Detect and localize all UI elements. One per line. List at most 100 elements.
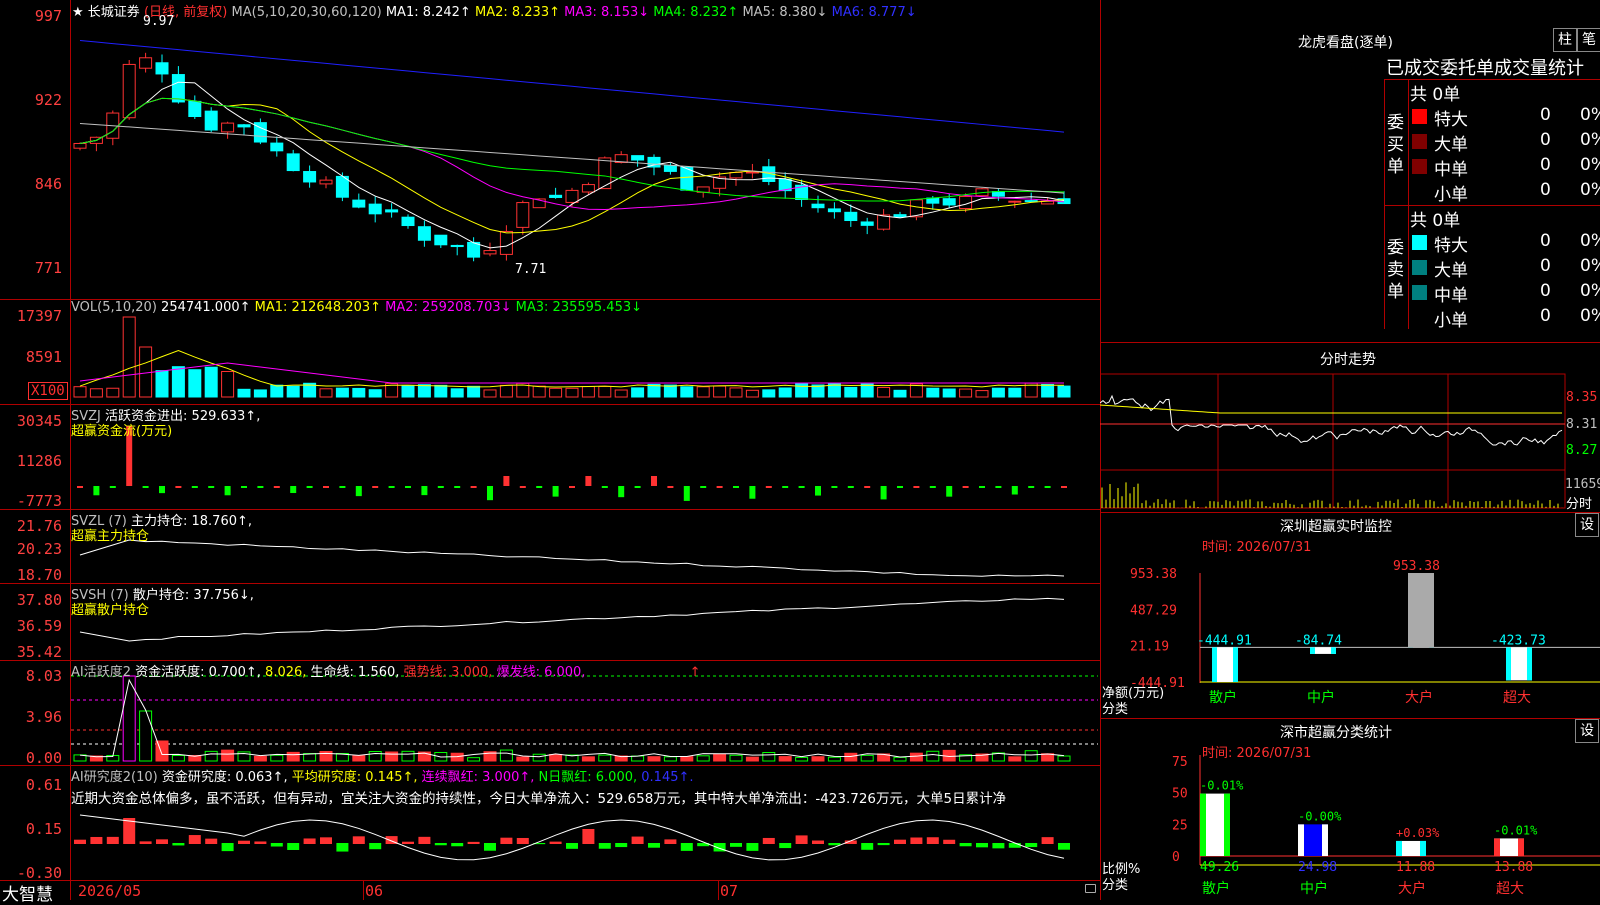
flow-bar bbox=[257, 486, 264, 488]
order-count: 0 bbox=[1540, 256, 1551, 276]
vol-bar bbox=[860, 383, 874, 398]
research-bar bbox=[320, 837, 332, 844]
low-marker: 7.71 bbox=[515, 262, 547, 277]
svzl-tick: 21.76 bbox=[16, 517, 62, 535]
main-holding-line bbox=[79, 539, 1065, 577]
class-bar-value: 11.88 bbox=[1396, 860, 1435, 875]
activity-bar bbox=[745, 756, 759, 762]
vol-bar bbox=[270, 384, 284, 398]
research-bar bbox=[598, 843, 611, 849]
flow-bar bbox=[388, 486, 395, 488]
tick-mode-button[interactable]: 笔 bbox=[1577, 28, 1600, 52]
vol-label[interactable]: VOL(5,10,20) bbox=[71, 300, 157, 315]
research-bar bbox=[402, 841, 414, 844]
bar-mode-button[interactable]: 柱 bbox=[1553, 28, 1577, 52]
research-bar bbox=[139, 841, 152, 844]
order-row: 特大 0 0% bbox=[1410, 231, 1600, 256]
lock-icon[interactable] bbox=[1085, 884, 1096, 893]
intraday-chart[interactable] bbox=[1100, 370, 1600, 510]
retail-holding-line bbox=[79, 597, 1065, 642]
order-row: 小单 0 0% bbox=[1410, 180, 1600, 205]
class-bar-chart: 75 50 25 0 -0.01% 49.26 散户 -0.00% 24.98 中户 +0.03% 1… bbox=[1172, 755, 1600, 897]
ma3-value: MA3: 8.153↓ bbox=[564, 5, 650, 20]
research-bar bbox=[451, 843, 464, 847]
activity-bar bbox=[909, 752, 923, 762]
flow-bar bbox=[716, 486, 723, 488]
fenshi-title: 分时走势 bbox=[1320, 352, 1376, 368]
flow-bar bbox=[815, 486, 821, 496]
flow-bar bbox=[142, 486, 149, 488]
research-bar bbox=[877, 843, 890, 846]
ma-params[interactable]: MA(5,10,20,30,60,120) bbox=[232, 5, 382, 20]
research-bar bbox=[336, 843, 349, 852]
research-bar bbox=[90, 836, 103, 844]
flow-bar bbox=[355, 486, 362, 497]
vol-bar bbox=[778, 387, 792, 398]
research-bar bbox=[943, 839, 956, 844]
monitor-bar-value: -423.73 bbox=[1491, 633, 1546, 648]
price-tick: 922 bbox=[34, 91, 62, 109]
candle bbox=[860, 221, 874, 226]
order-type: 特大 bbox=[1434, 110, 1468, 130]
vol-unit-box[interactable]: X100 bbox=[28, 382, 68, 400]
stat-title: 已成交委托单成交量统计 bbox=[1386, 58, 1584, 79]
stock-name[interactable]: 长城证券 bbox=[88, 5, 140, 20]
research-bar bbox=[205, 838, 218, 844]
research-bar bbox=[287, 843, 300, 850]
order-row: 中单 0 0% bbox=[1410, 155, 1600, 180]
research-bar bbox=[959, 843, 972, 847]
activity-bar bbox=[352, 755, 366, 762]
flow-bar bbox=[372, 486, 379, 488]
vol-bar bbox=[713, 385, 727, 398]
research-bar bbox=[434, 843, 447, 846]
research-bar bbox=[730, 843, 742, 847]
ai1-label[interactable]: AI活跃度2 bbox=[71, 665, 131, 680]
vol-bar bbox=[991, 387, 1005, 398]
vol-bar bbox=[696, 386, 710, 398]
class-bar-edge bbox=[1494, 838, 1500, 856]
activity-bar bbox=[122, 675, 136, 762]
vol-bar bbox=[581, 386, 595, 398]
fenshi-tick: 8.35 bbox=[1566, 390, 1598, 405]
flow-bar bbox=[946, 486, 953, 497]
ai2-label[interactable]: AI研究度2(10) bbox=[71, 770, 158, 785]
candle bbox=[237, 124, 251, 128]
fenshi-vol-tick: 11659 bbox=[1565, 477, 1600, 492]
flow-bar bbox=[241, 486, 247, 488]
ai1-v4: 强势线: 3.000, bbox=[403, 665, 493, 680]
ai2-v3: 连续飘红: 3.000↑, bbox=[421, 770, 535, 785]
flow-bar bbox=[601, 486, 608, 488]
flow-bar bbox=[1028, 486, 1035, 488]
activity-bar bbox=[532, 753, 546, 762]
vol-bar bbox=[483, 389, 497, 398]
vol-bar bbox=[499, 384, 513, 398]
candle bbox=[319, 179, 333, 185]
vol-bar bbox=[89, 388, 103, 398]
activity-bar bbox=[401, 750, 415, 762]
brand-label[interactable]: 大智慧 bbox=[2, 880, 53, 905]
activity-bar bbox=[1008, 756, 1022, 762]
activity-bar bbox=[204, 750, 218, 762]
svzj-tick: 30345 bbox=[16, 412, 62, 430]
vol-bar bbox=[73, 386, 87, 398]
monitor-settings-button[interactable]: 设 bbox=[1575, 513, 1599, 537]
class-bar-label: 散户 bbox=[1202, 880, 1230, 897]
svzj-sub: 超赢资金流(万元) bbox=[71, 424, 173, 439]
fenshi-tick: 8.27 bbox=[1566, 443, 1598, 458]
kline-chart-area[interactable] bbox=[0, 0, 1100, 900]
research-bar bbox=[910, 837, 923, 844]
candle bbox=[549, 194, 563, 198]
ai2-v4: N日飘红: 6.000, bbox=[538, 770, 638, 785]
research-bar bbox=[582, 829, 595, 844]
favorite-star-icon[interactable]: ★ bbox=[72, 5, 84, 20]
activity-bar bbox=[729, 754, 743, 762]
research-bar bbox=[1041, 837, 1054, 844]
class-settings-button[interactable]: 设 bbox=[1575, 719, 1599, 743]
vol-bar bbox=[319, 388, 333, 398]
class-bar-label: 超大 bbox=[1496, 881, 1524, 897]
flow-bar bbox=[929, 486, 936, 488]
research-bar bbox=[566, 843, 578, 849]
ai1-v1: 资金活跃度: 0.700↑, bbox=[135, 665, 261, 680]
activity-bar bbox=[680, 756, 694, 762]
flow-bar bbox=[765, 486, 772, 488]
